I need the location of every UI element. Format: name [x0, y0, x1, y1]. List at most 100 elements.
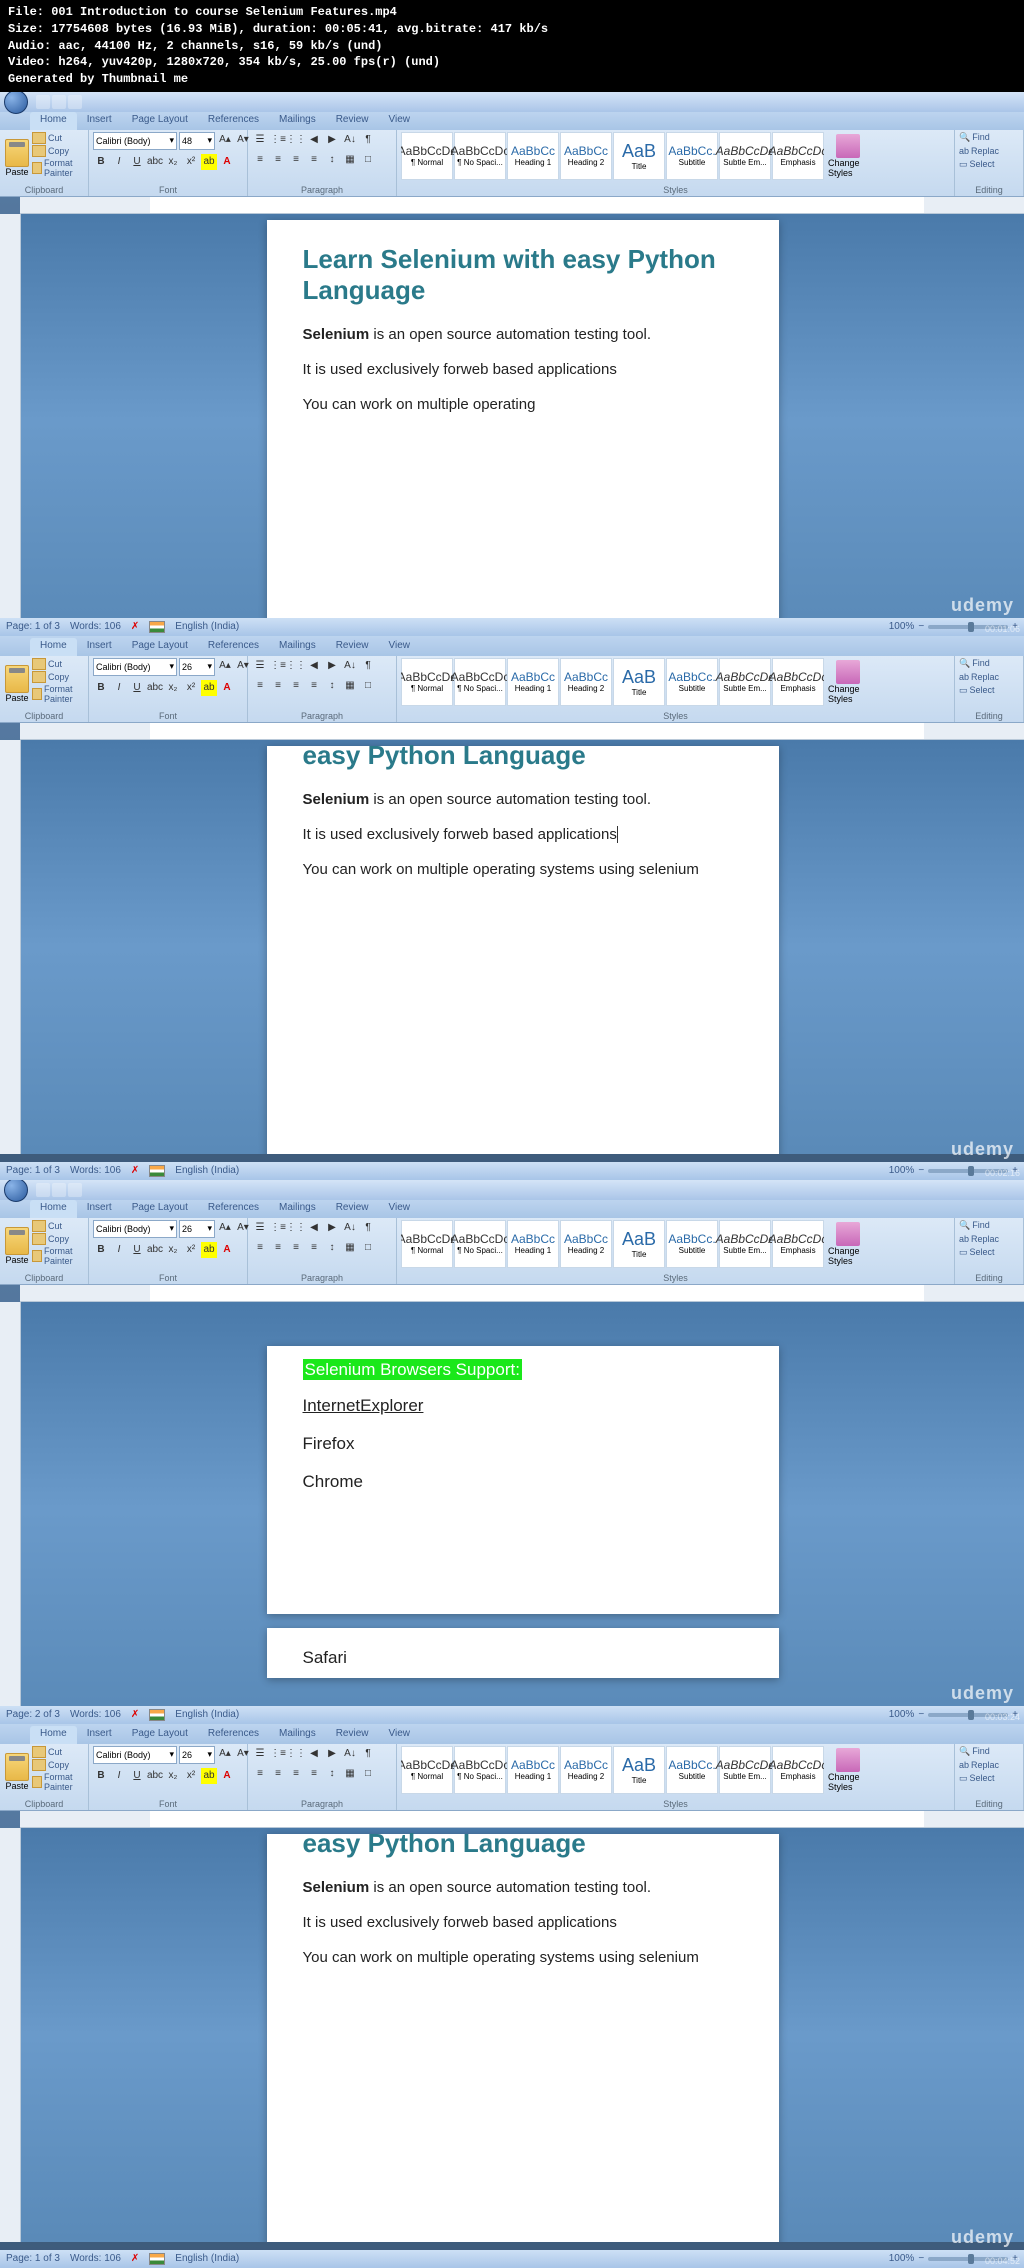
font-size-select[interactable]: 48▾	[179, 132, 215, 150]
tab-review[interactable]: Review	[326, 638, 379, 656]
tab-view[interactable]: View	[379, 1200, 421, 1218]
bullets-button[interactable]: ☰	[252, 132, 268, 148]
strike-button[interactable]: abc	[147, 680, 163, 696]
decrease-indent-button[interactable]: ◀	[306, 132, 322, 148]
cut-button[interactable]: Cut	[32, 132, 84, 144]
tab-references[interactable]: References	[198, 638, 269, 656]
replace-button[interactable]: abReplac	[959, 146, 999, 156]
office-button[interactable]	[4, 1180, 28, 1202]
tab-page-layout[interactable]: Page Layout	[122, 638, 198, 656]
tab-page-layout[interactable]: Page Layout	[122, 1726, 198, 1744]
vertical-ruler[interactable]	[0, 1302, 21, 1716]
grow-font-button[interactable]: A▴	[217, 132, 233, 148]
tab-mailings[interactable]: Mailings	[269, 112, 326, 130]
horizontal-ruler[interactable]	[20, 197, 1024, 214]
tab-home[interactable]: Home	[30, 112, 77, 130]
style-heading2[interactable]: AaBbCcHeading 2	[560, 658, 612, 706]
office-button[interactable]	[4, 92, 28, 114]
cut-button[interactable]: Cut	[32, 658, 84, 670]
shading-button[interactable]: ▦	[342, 152, 358, 168]
underline-button[interactable]: U	[129, 154, 145, 170]
spell-check-icon[interactable]: ✗	[131, 621, 139, 632]
document-area[interactable]: easy Python Language Selenium is an open…	[21, 1828, 1024, 2242]
style-gallery[interactable]: AaBbCcDc¶ Normal AaBbCcDc¶ No Spaci... A…	[401, 1746, 824, 1794]
format-painter-button[interactable]: Format Painter	[32, 684, 84, 704]
italic-button[interactable]: I	[111, 154, 127, 170]
page-indicator[interactable]: Page: 1 of 3	[6, 1165, 60, 1176]
style-no-spacing[interactable]: AaBbCcDc¶ No Spaci...	[454, 658, 506, 706]
align-center-button[interactable]: ≡	[270, 152, 286, 168]
vertical-ruler[interactable]	[0, 740, 21, 1154]
superscript-button[interactable]: x²	[183, 680, 199, 696]
paste-button[interactable]: Paste	[4, 132, 30, 184]
tab-insert[interactable]: Insert	[77, 1200, 122, 1218]
style-heading2[interactable]: AaBbCcHeading 2	[560, 132, 612, 180]
select-button[interactable]: ▭Select	[959, 159, 995, 170]
style-subtitle[interactable]: AaBbCc.Subtitle	[666, 658, 718, 706]
align-left-button[interactable]: ≡	[252, 152, 268, 168]
font-color-button[interactable]: A	[219, 680, 235, 696]
quick-access-toolbar[interactable]	[36, 95, 82, 109]
language-indicator[interactable]: English (India)	[175, 1165, 239, 1176]
strike-button[interactable]: abc	[147, 154, 163, 170]
tab-view[interactable]: View	[379, 1726, 421, 1744]
tab-home[interactable]: Home	[30, 638, 77, 656]
style-gallery[interactable]: AaBbCcDc¶ Normal AaBbCcDc¶ No Spaci... A…	[401, 132, 824, 180]
line-spacing-button[interactable]: ↕	[324, 152, 340, 168]
tab-review[interactable]: Review	[326, 1200, 379, 1218]
copy-button[interactable]: Copy	[32, 145, 84, 157]
font-name-select[interactable]: Calibri (Body)▾	[93, 1220, 177, 1238]
multilevel-button[interactable]: ⋮⋮	[288, 132, 304, 148]
document-area[interactable]: easy Python Language Selenium is an open…	[21, 740, 1024, 1154]
tab-page-layout[interactable]: Page Layout	[122, 1200, 198, 1218]
tab-home[interactable]: Home	[30, 1726, 77, 1744]
superscript-button[interactable]: x²	[183, 154, 199, 170]
style-subtle-em[interactable]: AaBbCcDcSubtle Em...	[719, 132, 771, 180]
language-indicator[interactable]: English (India)	[175, 621, 239, 632]
tab-view[interactable]: View	[379, 638, 421, 656]
style-gallery[interactable]: AaBbCcDc¶ Normal AaBbCcDc¶ No Spaci... A…	[401, 658, 824, 706]
style-gallery[interactable]: AaBbCcDc¶ Normal AaBbCcDc¶ No Spaci... A…	[401, 1220, 824, 1268]
bold-button[interactable]: B	[93, 154, 109, 170]
subscript-button[interactable]: x₂	[165, 154, 181, 170]
grow-font-button[interactable]: A▴	[217, 658, 233, 674]
cut-button[interactable]: Cut	[32, 1220, 84, 1232]
find-button[interactable]: 🔍Find	[959, 132, 990, 143]
tab-references[interactable]: References	[198, 1200, 269, 1218]
style-normal[interactable]: AaBbCcDc¶ Normal	[401, 132, 453, 180]
style-title[interactable]: AaBTitle	[613, 658, 665, 706]
page-indicator[interactable]: Page: 1 of 3	[6, 2253, 60, 2264]
horizontal-ruler[interactable]	[20, 723, 1024, 740]
format-painter-button[interactable]: Format Painter	[32, 1772, 84, 1792]
vertical-ruler[interactable]	[0, 1828, 21, 2242]
tab-view[interactable]: View	[379, 112, 421, 130]
bold-button[interactable]: B	[93, 680, 109, 696]
vertical-ruler[interactable]	[0, 214, 21, 628]
font-size-select[interactable]: 26▾	[179, 1220, 215, 1238]
tab-insert[interactable]: Insert	[77, 1726, 122, 1744]
format-painter-button[interactable]: Format Painter	[32, 158, 84, 178]
style-emphasis[interactable]: AaBbCcDcEmphasis	[772, 658, 824, 706]
subscript-button[interactable]: x₂	[165, 680, 181, 696]
replace-button[interactable]: abReplac	[959, 672, 999, 682]
horizontal-ruler[interactable]	[20, 1285, 1024, 1302]
change-styles-button[interactable]: Change Styles	[826, 658, 870, 706]
language-indicator[interactable]: English (India)	[175, 1709, 239, 1720]
tab-insert[interactable]: Insert	[77, 112, 122, 130]
change-styles-button[interactable]: Change Styles	[826, 132, 870, 180]
tab-mailings[interactable]: Mailings	[269, 1200, 326, 1218]
word-count[interactable]: Words: 106	[70, 621, 121, 632]
sort-button[interactable]: A↓	[342, 132, 358, 148]
style-heading1[interactable]: AaBbCcHeading 1	[507, 658, 559, 706]
tab-references[interactable]: References	[198, 1726, 269, 1744]
increase-indent-button[interactable]: ▶	[324, 132, 340, 148]
borders-button[interactable]: □	[360, 152, 376, 168]
tab-mailings[interactable]: Mailings	[269, 638, 326, 656]
paste-button[interactable]: Paste	[4, 1220, 30, 1272]
horizontal-ruler[interactable]	[20, 1811, 1024, 1828]
zoom-level[interactable]: 100%	[889, 621, 915, 632]
tab-insert[interactable]: Insert	[77, 638, 122, 656]
font-name-select[interactable]: Calibri (Body)▾	[93, 132, 177, 150]
page-indicator[interactable]: Page: 2 of 3	[6, 1709, 60, 1720]
paste-button[interactable]: Paste	[4, 658, 30, 710]
